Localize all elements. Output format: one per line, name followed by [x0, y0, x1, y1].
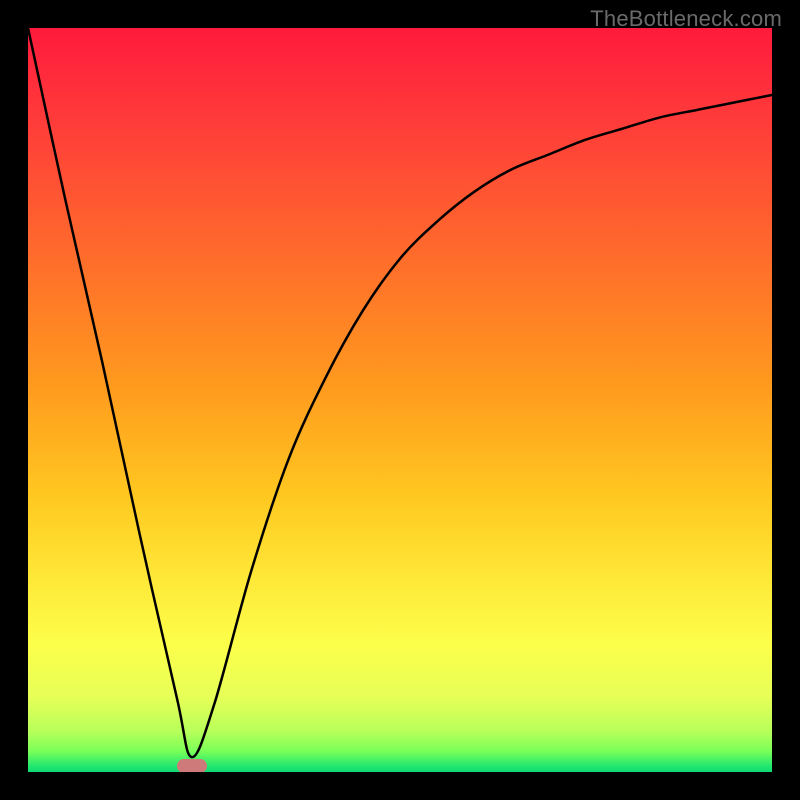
plot-area [28, 28, 772, 772]
watermark-text: TheBottleneck.com [590, 6, 782, 32]
bottleneck-curve [28, 28, 772, 772]
optimal-point-marker [177, 759, 207, 772]
chart-container: TheBottleneck.com [0, 0, 800, 800]
